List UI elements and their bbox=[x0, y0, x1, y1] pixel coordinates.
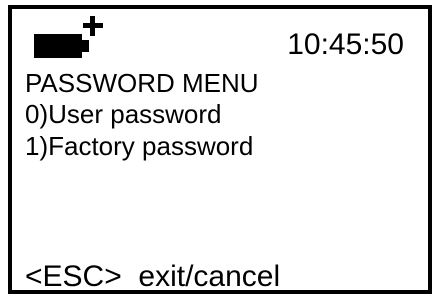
battery-icon bbox=[34, 34, 90, 58]
plus-icon bbox=[83, 16, 103, 36]
clock-time: 10:45:50 bbox=[287, 28, 404, 61]
battery-terminal bbox=[82, 40, 89, 52]
menu-item-factory-password[interactable]: 1)Factory password bbox=[25, 130, 253, 162]
battery-body bbox=[34, 34, 82, 58]
menu-item-user-password[interactable]: 0)User password bbox=[25, 98, 222, 130]
lcd-screen: 10:45:50 PASSWORD MENU 0)User password 1… bbox=[8, 5, 432, 294]
esc-exit-hint[interactable]: <ESC> exit/cancel bbox=[25, 259, 280, 290]
menu-title: PASSWORD MENU bbox=[25, 68, 259, 98]
